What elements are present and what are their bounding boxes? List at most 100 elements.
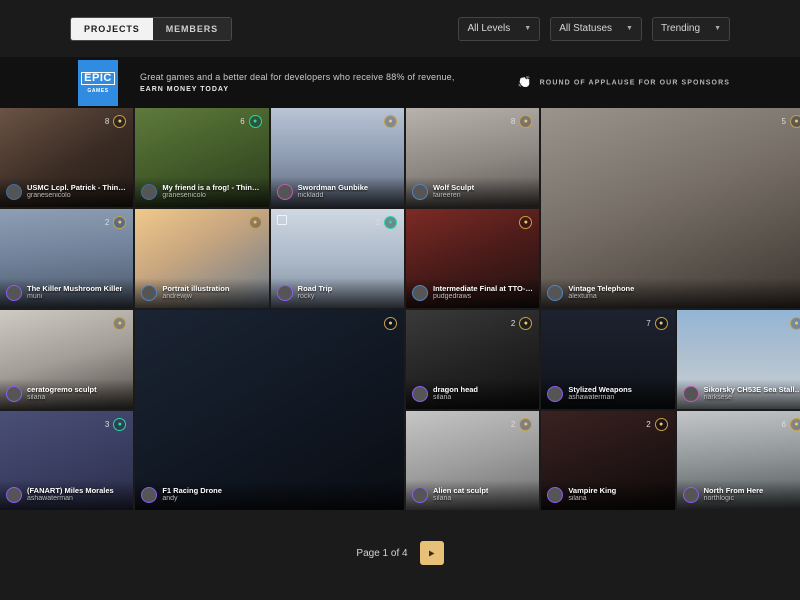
like-badge[interactable]: 2● <box>646 418 667 431</box>
filter-sort-dropdown[interactable]: Trending ▼ <box>652 17 730 41</box>
project-title[interactable]: F1 Racing Drone <box>162 487 222 496</box>
project-title[interactable]: Vintage Telephone <box>568 285 634 294</box>
avatar[interactable] <box>141 285 157 301</box>
project-title[interactable]: Alien cat sculpt <box>433 487 488 496</box>
project-card[interactable]: 2● Road Triprocky <box>271 209 404 308</box>
project-title[interactable]: ceratogremo sculpt <box>27 386 97 395</box>
next-page-button[interactable] <box>420 541 444 565</box>
avatar[interactable] <box>6 285 22 301</box>
project-author[interactable]: rocky <box>298 293 333 301</box>
project-card[interactable]: 2● Alien cat sculptsilana <box>406 411 539 510</box>
project-author[interactable]: nickladd <box>298 192 368 200</box>
avatar[interactable] <box>547 487 563 503</box>
project-card[interactable]: 8● USMC Lcpl. Patrick - Think Tank ...gra… <box>0 108 133 207</box>
project-title[interactable]: Intermediate Final at TTO-Chara... <box>433 285 533 294</box>
project-author[interactable]: granesenicolo <box>162 192 262 200</box>
avatar[interactable] <box>412 487 428 503</box>
avatar[interactable] <box>6 184 22 200</box>
avatar[interactable] <box>683 487 699 503</box>
project-card[interactable]: ● ceratogremo sculptsilana <box>0 310 133 409</box>
project-author[interactable]: andrewjw <box>162 293 229 301</box>
project-title[interactable]: Road Trip <box>298 285 333 294</box>
project-title[interactable]: Wolf Sculpt <box>433 184 474 193</box>
project-card[interactable]: 2● The Killer Mushroom Killermuni <box>0 209 133 308</box>
project-author[interactable]: granesenicolo <box>27 192 127 200</box>
project-author[interactable]: ashawaterman <box>27 495 114 503</box>
like-badge[interactable]: ● <box>249 216 262 229</box>
project-title[interactable]: Portrait illustration <box>162 285 229 294</box>
like-badge[interactable]: ● <box>113 317 126 330</box>
like-badge[interactable]: 6● <box>240 115 261 128</box>
avatar[interactable] <box>547 386 563 402</box>
project-card[interactable]: 3● (FANART) Miles Moralesashawaterman <box>0 411 133 510</box>
project-card[interactable]: 6● My friend is a frog! - Think Tank ...g… <box>135 108 268 207</box>
project-card[interactable]: ● Intermediate Final at TTO-Chara...pudge… <box>406 209 539 308</box>
project-title[interactable]: My friend is a frog! - Think Tank ... <box>162 184 262 193</box>
tab-projects[interactable]: PROJECTS <box>71 18 153 40</box>
project-author[interactable]: ashawaterman <box>568 394 632 402</box>
avatar[interactable] <box>277 184 293 200</box>
like-badge[interactable]: ● <box>384 115 397 128</box>
view-toggle[interactable]: PROJECTS MEMBERS <box>70 17 232 41</box>
like-badge[interactable]: 2● <box>511 418 532 431</box>
project-title[interactable]: The Killer Mushroom Killer <box>27 285 122 294</box>
tab-members[interactable]: MEMBERS <box>153 18 231 40</box>
like-badge[interactable]: 2● <box>376 216 397 229</box>
avatar[interactable] <box>547 285 563 301</box>
project-card[interactable]: 6● North From Herenorthlogic <box>677 411 800 510</box>
avatar[interactable] <box>412 285 428 301</box>
avatar[interactable] <box>412 386 428 402</box>
like-badge[interactable]: 7● <box>646 317 667 330</box>
avatar[interactable] <box>277 285 293 301</box>
project-author[interactable]: alextuma <box>568 293 634 301</box>
project-card[interactable]: 7● Stylized Weaponsashawaterman <box>541 310 674 409</box>
like-badge[interactable]: 8● <box>105 115 126 128</box>
project-author[interactable]: narksese <box>704 394 800 402</box>
sponsor-banner[interactable]: EPIC GAMES Great games and a better deal… <box>0 57 800 108</box>
project-title[interactable]: North From Here <box>704 487 764 496</box>
medal-icon: ● <box>790 418 800 431</box>
project-card[interactable]: ● F1 Racing Droneandy <box>135 310 404 510</box>
project-author[interactable]: muni <box>27 293 122 301</box>
project-card[interactable]: 8● Wolf Sculptfaireeren <box>406 108 539 207</box>
like-badge[interactable]: ● <box>790 317 800 330</box>
project-author[interactable]: pudgedraws <box>433 293 533 301</box>
project-title[interactable]: Sikorsky CH53E Sea Stallion <box>704 386 800 395</box>
project-author[interactable]: silana <box>433 394 478 402</box>
avatar[interactable] <box>141 487 157 503</box>
project-card[interactable]: 5● Vintage Telephonealextuma <box>541 108 800 308</box>
avatar[interactable] <box>683 386 699 402</box>
project-title[interactable]: Stylized Weapons <box>568 386 632 395</box>
project-title[interactable]: Swordman Gunbike <box>298 184 368 193</box>
project-card[interactable]: ● Swordman Gunbikenickladd <box>271 108 404 207</box>
project-card[interactable]: 2● Vampire Kingsilana <box>541 411 674 510</box>
project-title[interactable]: USMC Lcpl. Patrick - Think Tank ... <box>27 184 127 193</box>
project-card[interactable]: 2● dragon headsilana <box>406 310 539 409</box>
avatar[interactable] <box>412 184 428 200</box>
project-card[interactable]: ● Sikorsky CH53E Sea Stallionnarksese <box>677 310 800 409</box>
like-badge[interactable]: 6● <box>782 418 800 431</box>
project-author[interactable]: faireeren <box>433 192 474 200</box>
project-author[interactable]: silana <box>568 495 616 503</box>
like-badge[interactable]: 3● <box>105 418 126 431</box>
like-badge[interactable]: ● <box>519 216 532 229</box>
project-author[interactable]: northlogic <box>704 495 764 503</box>
like-badge[interactable]: ● <box>384 317 397 330</box>
filter-levels-dropdown[interactable]: All Levels ▼ <box>458 17 540 41</box>
project-author[interactable]: andy <box>162 495 222 503</box>
avatar[interactable] <box>6 386 22 402</box>
like-badge[interactable]: 5● <box>782 115 800 128</box>
banner-cta[interactable]: EARN MONEY TODAY <box>140 86 455 93</box>
like-badge[interactable]: 2● <box>105 216 126 229</box>
avatar[interactable] <box>6 487 22 503</box>
project-title[interactable]: (FANART) Miles Morales <box>27 487 114 496</box>
project-title[interactable]: dragon head <box>433 386 478 395</box>
filter-statuses-dropdown[interactable]: All Statuses ▼ <box>550 17 642 41</box>
project-title[interactable]: Vampire King <box>568 487 616 496</box>
project-card[interactable]: ● Portrait illustrationandrewjw <box>135 209 268 308</box>
like-badge[interactable]: 2● <box>511 317 532 330</box>
project-author[interactable]: silana <box>27 394 97 402</box>
project-author[interactable]: silana <box>433 495 488 503</box>
like-badge[interactable]: 8● <box>511 115 532 128</box>
avatar[interactable] <box>141 184 157 200</box>
